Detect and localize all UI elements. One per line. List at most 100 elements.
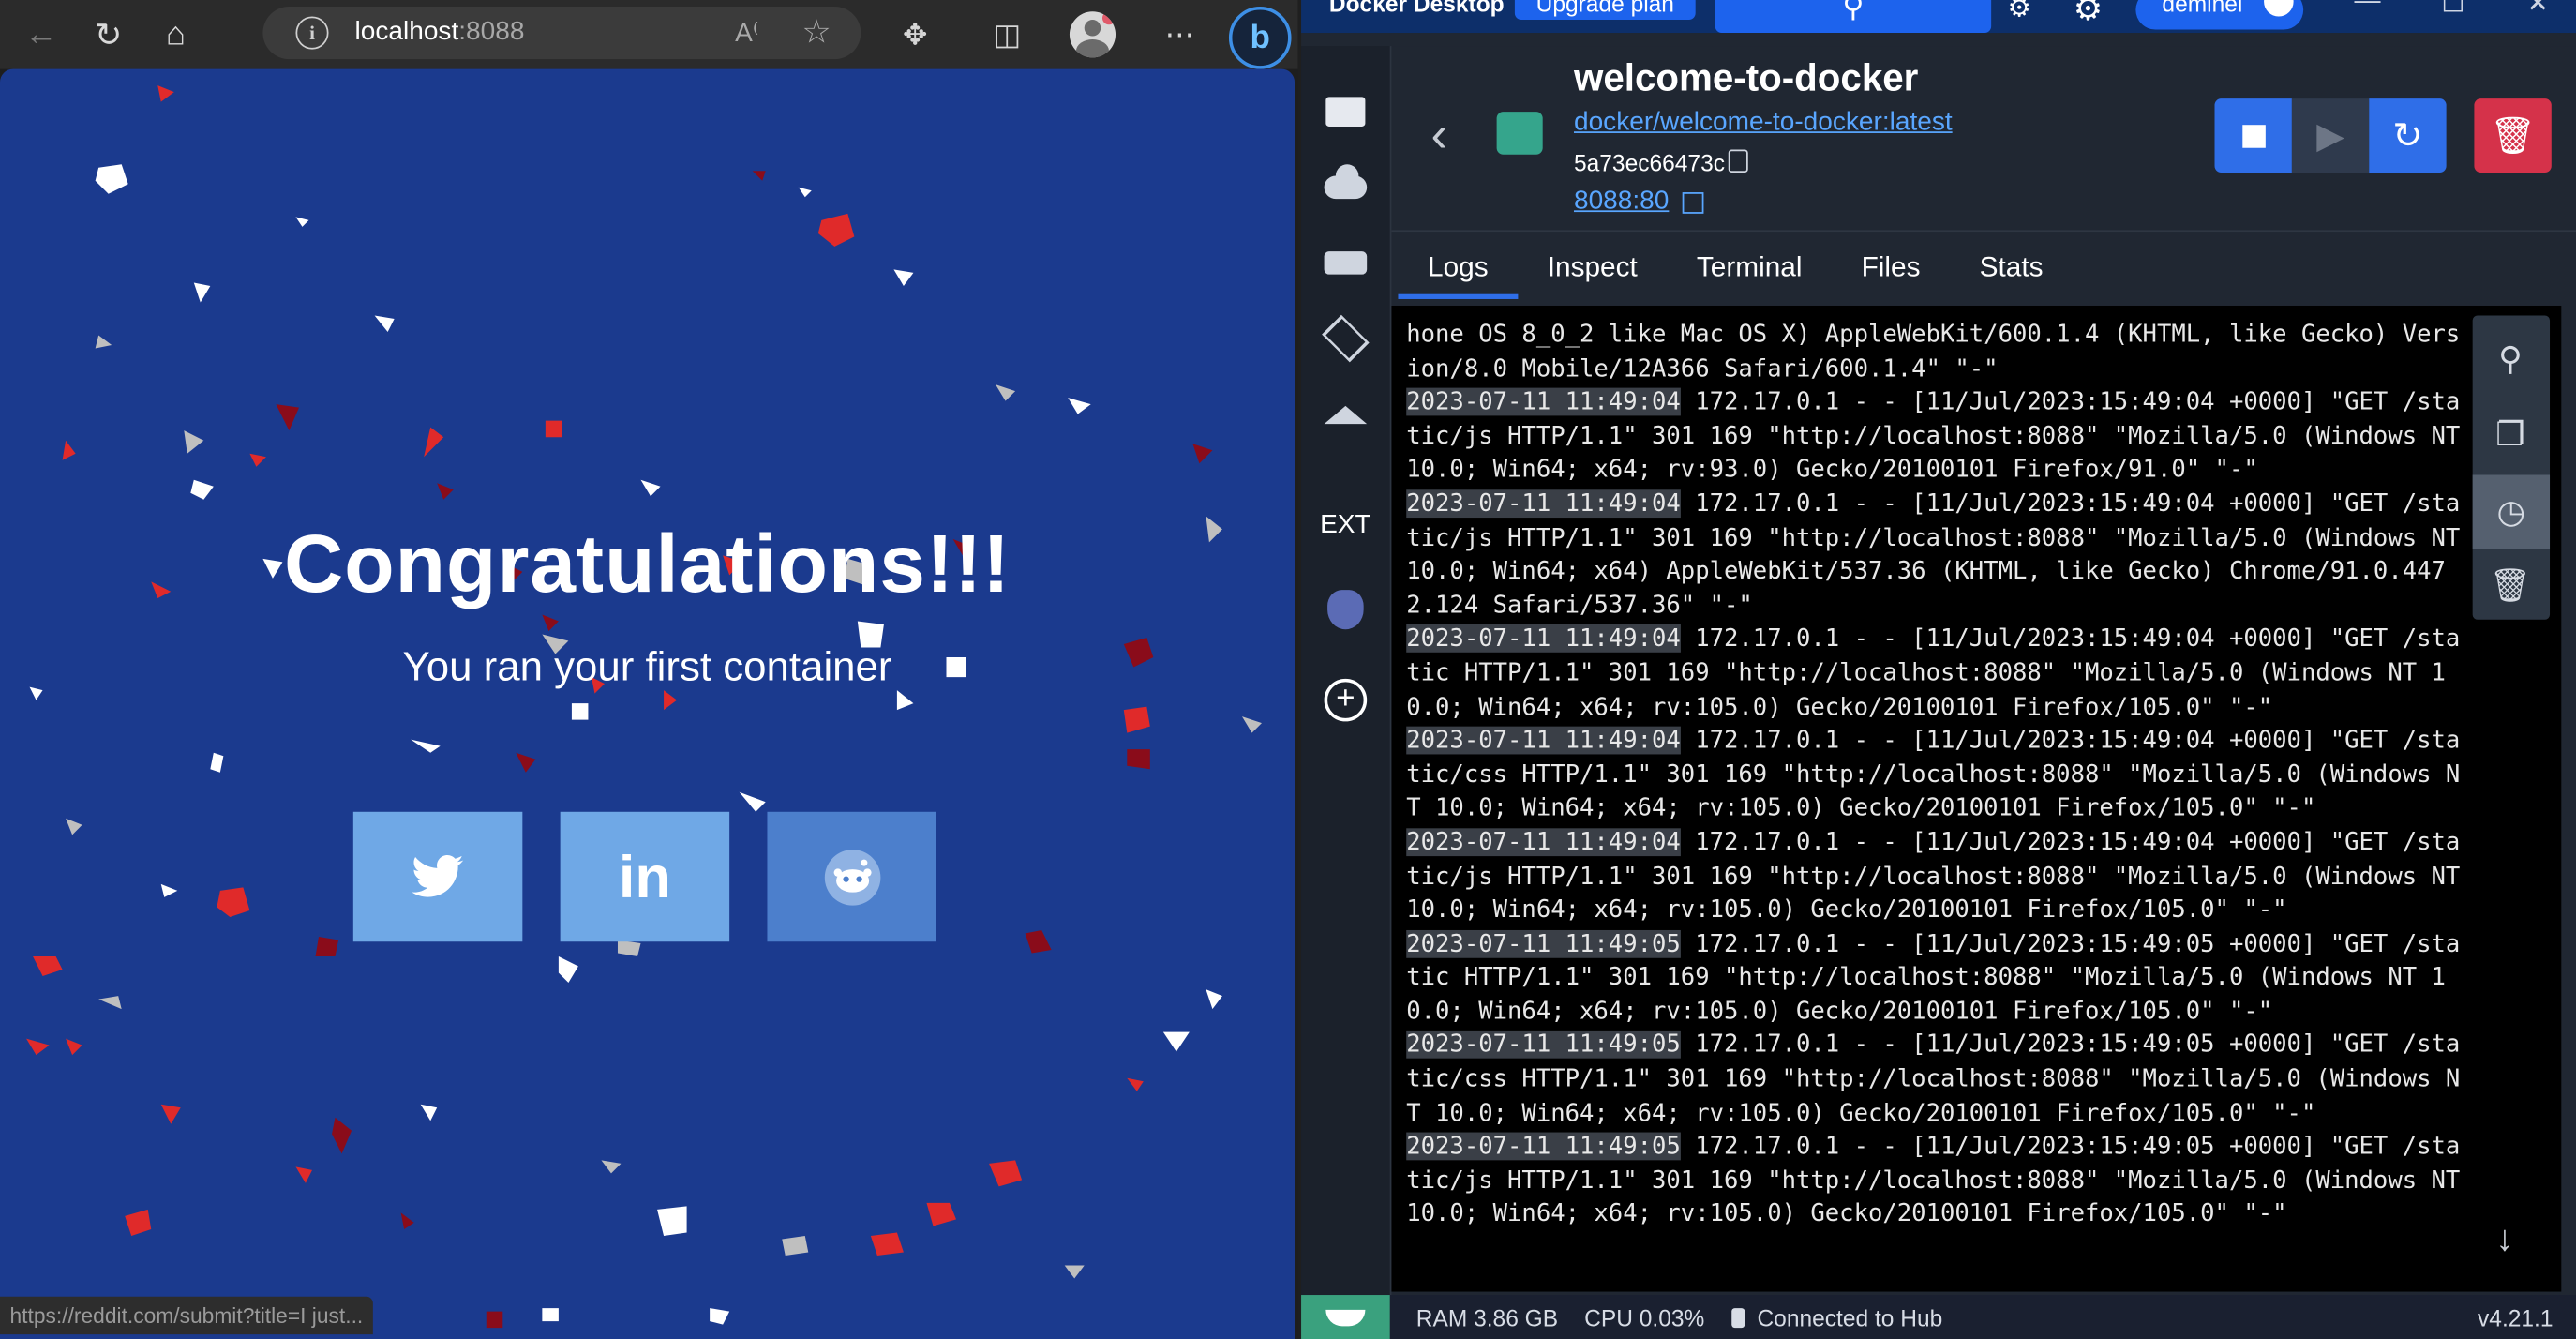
linkedin-icon: in [618, 842, 671, 910]
upgrade-plan-button[interactable]: Upgrade plan [1514, 0, 1696, 21]
dev-environments-nav-icon[interactable] [1321, 314, 1370, 364]
log-timestamp: 2023-07-11 11:49:04 [1406, 726, 1681, 755]
log-line: 2023-07-11 11:49:05 172.17.0.1 - - [11/J… [1406, 928, 2465, 1030]
containers-nav-icon[interactable] [1321, 87, 1370, 137]
hub-status-text: Connected to Hub [1757, 1303, 1943, 1331]
share-twitter-button[interactable] [352, 811, 523, 942]
search-logs-icon[interactable]: ⚲ [2487, 336, 2533, 382]
images-cloud-nav-icon[interactable] [1321, 163, 1370, 213]
refresh-icon[interactable]: ↻ [82, 8, 135, 61]
browser-window: ← ↻ ⌂ i localhost:8088 A⁽ ☆ ✥ ◫ ⋯ b Cong… [0, 0, 1298, 1339]
settings-gear-icon[interactable]: ⚙ [2074, 0, 2103, 30]
log-toolbar: ⚲ ❐ ◷ 🗑 [2472, 315, 2551, 620]
log-timestamp: 2023-07-11 11:49:05 [1406, 1132, 1681, 1161]
log-message: hone OS 8_0_2 like Mac OS X) AppleWebKit… [1406, 320, 2461, 383]
share-reddit-button[interactable] [767, 811, 936, 942]
timestamps-clock-icon[interactable]: ◷ [2472, 474, 2551, 549]
start-button[interactable]: ▶ [2291, 98, 2370, 173]
docker-sidebar: EXT + [1301, 46, 1392, 1296]
bing-copilot-icon[interactable]: b [1228, 7, 1292, 69]
confetti-pieces [26, 85, 1262, 1329]
log-line: 2023-07-11 11:49:05 172.17.0.1 - - [11/J… [1406, 1030, 2465, 1131]
copy-id-icon[interactable] [1728, 149, 1748, 173]
add-extension-icon[interactable]: + [1321, 675, 1370, 725]
app-name: Docker Desktop [1328, 0, 1505, 17]
web-page: Congratulations!!! You ran your first co… [0, 68, 1295, 1339]
profile-avatar[interactable] [1069, 11, 1116, 58]
tab-files[interactable]: Files [1832, 230, 1950, 302]
search-button[interactable]: ⚲ [1715, 0, 1992, 34]
cpu-usage: CPU 0.03% [1584, 1303, 1705, 1331]
log-timestamp: 2023-07-11 11:49:04 [1406, 828, 1681, 856]
log-timestamp: 2023-07-11 11:49:04 [1406, 624, 1681, 654]
log-line: 2023-07-11 11:49:04 172.17.0.1 - - [11/J… [1406, 488, 2465, 623]
tab-logs[interactable]: Logs [1398, 230, 1518, 302]
maximize-icon[interactable]: ☐ [2441, 0, 2464, 20]
extension-owl-icon[interactable] [1321, 585, 1370, 635]
user-avatar-icon [2264, 0, 2294, 17]
log-line: 2023-07-11 11:49:04 172.17.0.1 - - [11/J… [1406, 826, 2465, 927]
docker-whale-icon[interactable] [1301, 1295, 1390, 1339]
trash-icon: 🗑 [2490, 113, 2537, 156]
back-arrow-icon[interactable]: ← [15, 8, 67, 61]
copy-logs-icon[interactable]: ❐ [2487, 411, 2533, 457]
container-name: welcome-to-docker [1573, 55, 1919, 99]
learning-center-nav-icon[interactable] [1321, 389, 1370, 439]
container-id: 5a73ec66473c [1573, 149, 1726, 176]
container-icon [1496, 112, 1543, 155]
site-info-icon[interactable]: i [295, 16, 329, 50]
stop-button[interactable] [2214, 98, 2292, 173]
log-line: 2023-07-11 11:49:04 172.17.0.1 - - [11/J… [1406, 386, 2465, 488]
twitter-bird-icon [412, 854, 463, 896]
restart-icon: ↻ [2392, 113, 2423, 156]
docker-title-bar: Docker Desktop Upgrade plan ⚲ ⚙ ⚙ demine… [1301, 0, 2576, 34]
restart-button[interactable]: ↻ [2369, 98, 2447, 173]
user-account-button[interactable]: deminel [2135, 0, 2304, 30]
split-screen-icon[interactable]: ◫ [981, 8, 1033, 61]
back-chevron-icon[interactable]: ‹ [1431, 109, 1448, 165]
extensions-label: EXT [1320, 511, 1371, 539]
confetti-layer [26, 85, 1262, 1329]
link-status-bar: https://reddit.com/submit?title=I just..… [0, 1296, 373, 1335]
address-url[interactable]: localhost:8088 [355, 18, 525, 48]
container-actions: ▶ ↻ 🗑 [2214, 98, 2552, 173]
home-icon[interactable]: ⌂ [149, 8, 202, 61]
log-line: 2023-07-11 11:49:04 172.17.0.1 - - [11/J… [1406, 624, 2465, 725]
log-line: hone OS 8_0_2 like Mac OS X) AppleWebKit… [1406, 319, 2465, 386]
container-header: ‹ welcome-to-docker docker/welcome-to-do… [1391, 46, 2576, 233]
page-subtitle: You ran your first container [402, 644, 892, 691]
url-host: localhost [354, 18, 459, 47]
log-timestamp: 2023-07-11 11:49:05 [1406, 1031, 1681, 1060]
tab-terminal[interactable]: Terminal [1667, 230, 1832, 302]
stop-icon [2241, 124, 2265, 147]
container-image-link[interactable]: docker/welcome-to-docker:latest [1574, 109, 1953, 139]
extensions-icon[interactable]: ✥ [889, 8, 941, 61]
logs-panel[interactable]: hone OS 8_0_2 like Mac OS X) AppleWebKit… [1391, 305, 2562, 1292]
url-port: :8088 [458, 18, 525, 47]
log-timestamp: 2023-07-11 11:49:04 [1406, 489, 1681, 519]
open-external-icon[interactable] [1682, 192, 1704, 214]
share-linkedin-button[interactable]: in [560, 811, 730, 942]
scroll-to-bottom-icon[interactable]: ↓ [2495, 1218, 2513, 1261]
tab-stats[interactable]: Stats [1950, 230, 2073, 302]
container-tabs: Logs Inspect Terminal Files Stats [1391, 230, 2576, 302]
address-bar[interactable]: i localhost:8088 A⁽ ☆ [262, 7, 861, 60]
volumes-nav-icon[interactable] [1321, 238, 1370, 288]
more-menu-icon[interactable]: ⋯ [1153, 8, 1206, 61]
log-output: hone OS 8_0_2 like Mac OS X) AppleWebKit… [1406, 319, 2465, 1233]
clear-logs-trash-icon[interactable]: 🗑 [2487, 562, 2533, 608]
close-icon[interactable]: ✕ [2526, 0, 2548, 20]
docker-status-bar: RAM 3.86 GB CPU 0.03% Connected to Hub v… [1301, 1295, 2576, 1339]
log-timestamp: 2023-07-11 11:49:05 [1406, 929, 1681, 958]
reddit-icon [823, 849, 880, 905]
docker-version: v4.21.1 [2478, 1304, 2554, 1331]
read-aloud-icon[interactable]: A⁽ [735, 17, 759, 50]
bug-report-icon[interactable]: ⚙ [2008, 0, 2031, 24]
ram-usage: RAM 3.86 GB [1415, 1303, 1559, 1331]
delete-button[interactable]: 🗑 [2474, 98, 2552, 173]
container-port-link[interactable]: 8088:80 [1574, 188, 1669, 218]
notification-dot [1101, 11, 1116, 25]
minimize-icon[interactable]: — [2354, 0, 2380, 17]
favorite-star-icon[interactable]: ☆ [801, 11, 831, 53]
tab-inspect[interactable]: Inspect [1518, 230, 1667, 302]
